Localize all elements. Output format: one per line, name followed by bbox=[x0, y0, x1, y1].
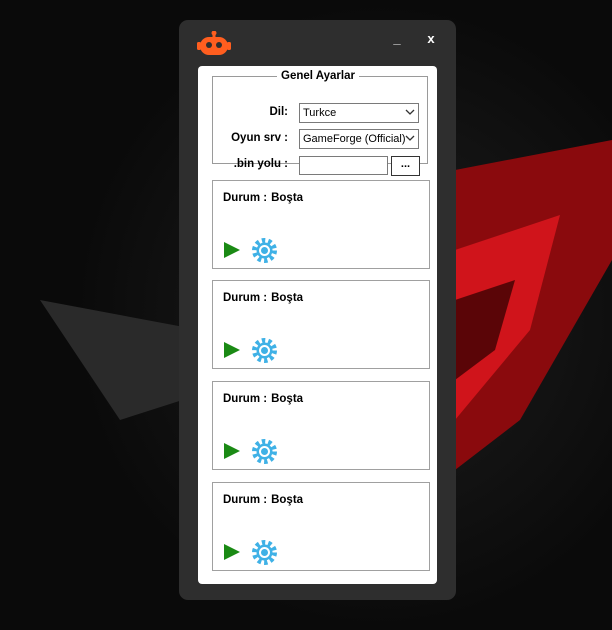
content-panel: Genel Ayarlar Dil: Turkce Oyun srv : Gam… bbox=[198, 66, 437, 584]
chevron-down-icon bbox=[405, 135, 415, 141]
play-icon[interactable] bbox=[223, 442, 241, 460]
status-label: Durum : bbox=[223, 292, 268, 304]
bin-path-input[interactable] bbox=[299, 156, 388, 175]
client-slot-3: Durum : Boşta bbox=[212, 381, 430, 470]
status-value: Boşta bbox=[271, 393, 304, 405]
status-value: Boşta bbox=[271, 494, 304, 506]
minimize-button[interactable]: _ bbox=[389, 32, 405, 48]
status-label: Durum : bbox=[223, 192, 268, 204]
general-settings-group: Genel Ayarlar Dil: Turkce Oyun srv : Gam… bbox=[212, 70, 428, 176]
bin-path-label: .bin yolu : bbox=[233, 158, 288, 170]
browse-button[interactable]: ... bbox=[391, 156, 420, 176]
general-settings-legend: Genel Ayarlar bbox=[281, 70, 355, 82]
status-label: Durum : bbox=[223, 393, 268, 405]
server-select[interactable]: GameForge (Official) bbox=[299, 129, 419, 149]
play-icon[interactable] bbox=[223, 341, 241, 359]
gear-icon[interactable] bbox=[250, 437, 279, 466]
chevron-down-icon bbox=[405, 109, 415, 115]
gear-icon[interactable] bbox=[250, 538, 279, 567]
status-text: Durum : Boşta bbox=[223, 494, 303, 506]
robot-icon bbox=[197, 31, 231, 55]
status-label: Durum : bbox=[223, 494, 268, 506]
client-slot-1: Durum : Boşta bbox=[212, 180, 430, 269]
status-text: Durum : Boşta bbox=[223, 192, 303, 204]
gear-icon[interactable] bbox=[250, 336, 279, 365]
status-value: Boşta bbox=[271, 192, 304, 204]
server-label: Oyun srv : bbox=[231, 132, 288, 144]
server-value: GameForge (Official) bbox=[303, 133, 406, 145]
status-value: Boşta bbox=[271, 292, 304, 304]
client-slot-4: Durum : Boşta bbox=[212, 482, 430, 571]
status-text: Durum : Boşta bbox=[223, 292, 303, 304]
close-button[interactable]: x bbox=[423, 32, 439, 48]
language-select[interactable]: Turkce bbox=[299, 103, 419, 123]
play-icon[interactable] bbox=[223, 241, 241, 259]
play-icon[interactable] bbox=[223, 543, 241, 561]
gear-icon[interactable] bbox=[250, 236, 279, 265]
status-text: Durum : Boşta bbox=[223, 393, 303, 405]
language-label: Dil: bbox=[269, 106, 288, 118]
app-window: _ x Genel Ayarlar Dil: Turkce Oyun srv :… bbox=[179, 20, 456, 600]
client-slot-2: Durum : Boşta bbox=[212, 280, 430, 369]
language-value: Turkce bbox=[303, 107, 337, 119]
